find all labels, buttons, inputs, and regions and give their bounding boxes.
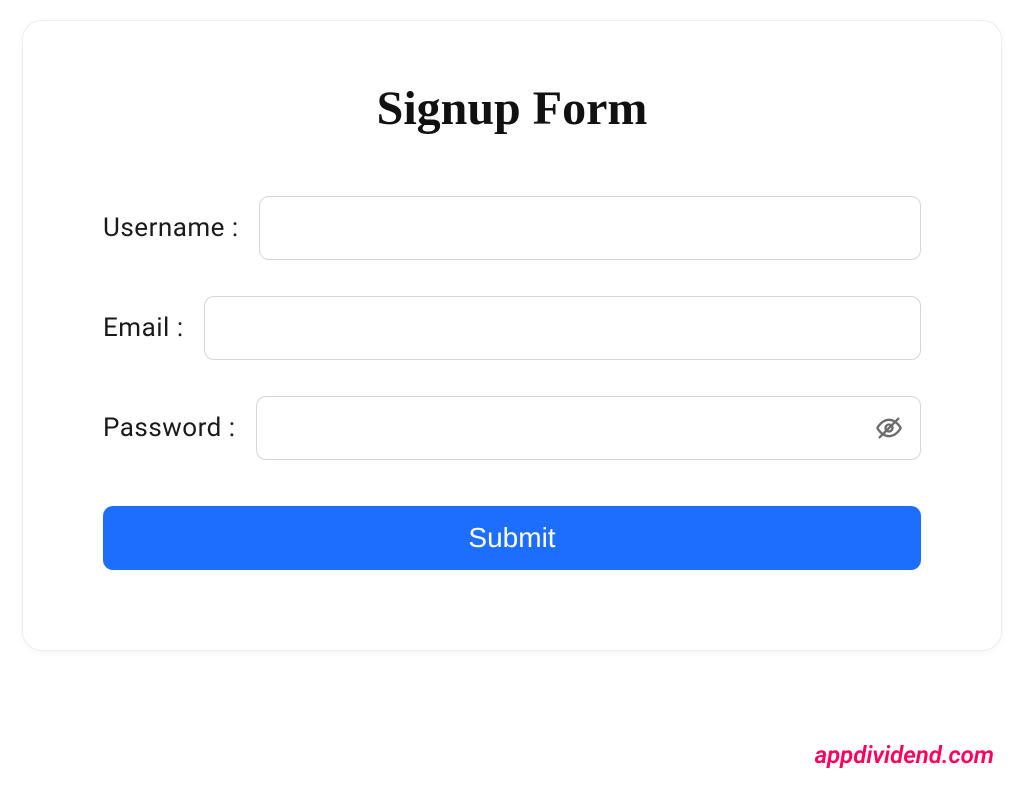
password-input[interactable]	[256, 396, 921, 460]
username-input-wrapper	[259, 196, 921, 260]
submit-button[interactable]: Submit	[103, 506, 921, 570]
watermark: appdividend.com	[815, 741, 994, 769]
username-row: Username :	[103, 196, 921, 260]
email-input-wrapper	[204, 296, 921, 360]
password-label: Password :	[103, 413, 236, 443]
username-label: Username :	[103, 213, 239, 243]
password-input-wrapper	[256, 396, 921, 460]
email-label: Email :	[103, 313, 184, 343]
signup-card: Signup Form Username : Email : Password …	[22, 20, 1002, 651]
username-input[interactable]	[259, 196, 921, 260]
form-title: Signup Form	[103, 81, 921, 136]
email-input[interactable]	[204, 296, 921, 360]
password-row: Password :	[103, 396, 921, 460]
eye-off-icon[interactable]	[875, 414, 903, 442]
email-row: Email :	[103, 296, 921, 360]
